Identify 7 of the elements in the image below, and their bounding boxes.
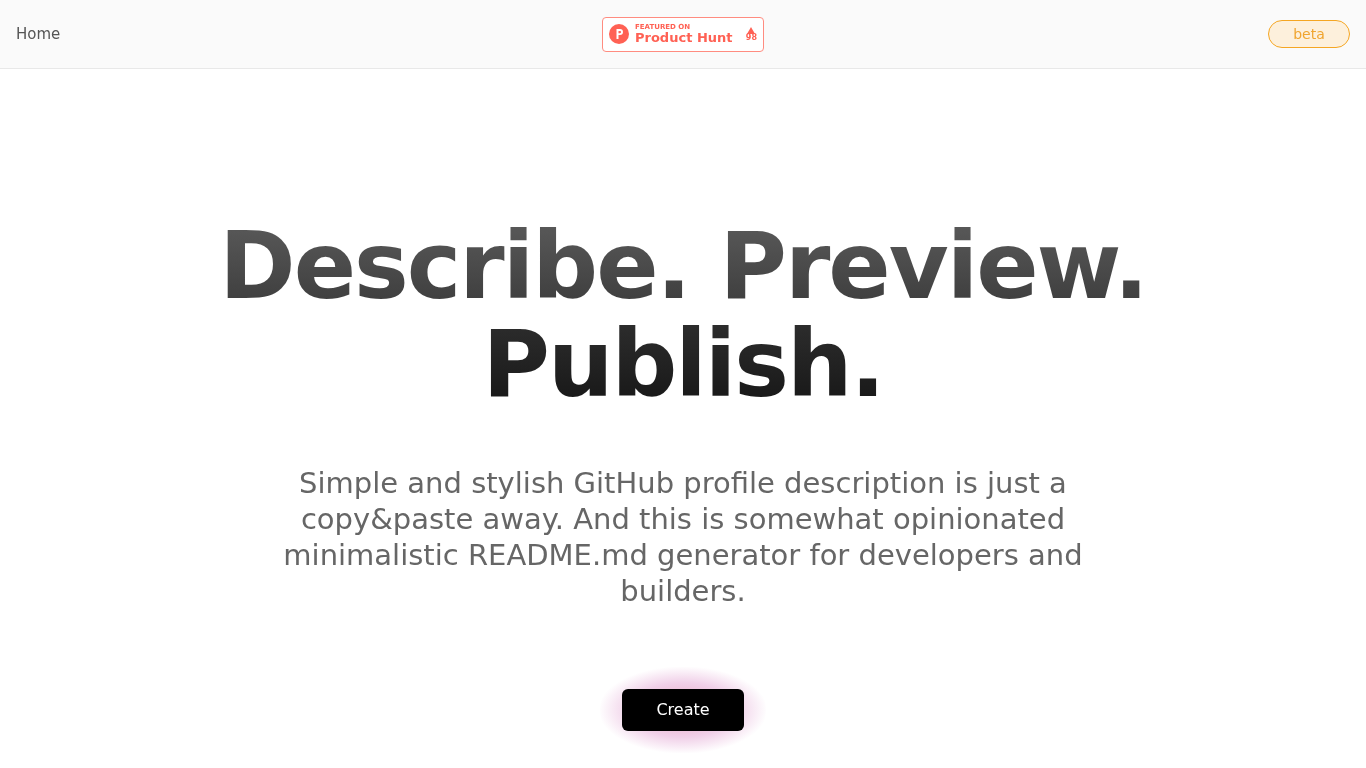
beta-badge: beta (1268, 20, 1350, 48)
badge-title: Product Hunt (635, 31, 733, 44)
product-hunt-logo-icon (609, 24, 629, 44)
description-text: Simple and stylish GitHub profile description is just a copy&paste away. And this is somewhat opinionated minimalistic README.md generator for developers and builders. (282, 465, 1084, 609)
create-button[interactable]: Create (622, 689, 744, 731)
home-link[interactable]: Home (16, 22, 166, 46)
upvote-icon (747, 26, 756, 34)
